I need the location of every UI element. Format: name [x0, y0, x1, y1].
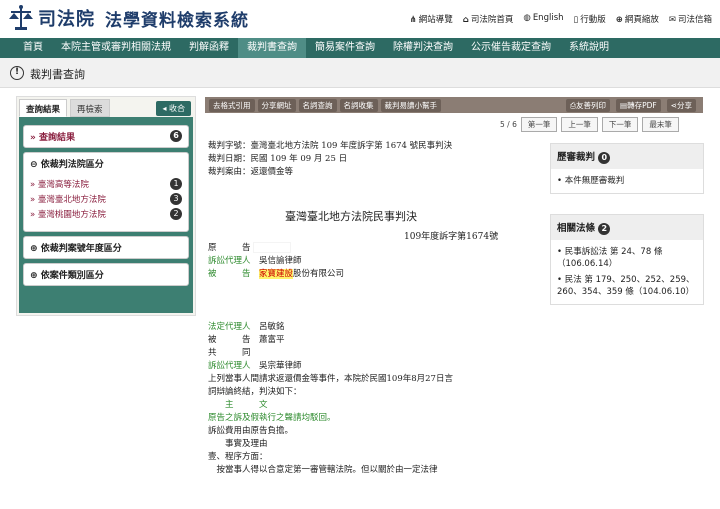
sitemap-link[interactable]: ⋔ 網站導覽: [410, 13, 453, 25]
law-item[interactable]: • 民事訴訟法 第 24、78 條（106.06.14）: [557, 246, 697, 270]
reading-helper-button[interactable]: 裁判易讀小幫手: [380, 98, 441, 112]
pager-position: 5 / 6: [500, 120, 517, 129]
nav-judgments[interactable]: 裁判書查詢: [238, 38, 306, 58]
simple-search-button[interactable]: 名詞查詢: [298, 98, 337, 112]
mail-icon: ✉: [668, 15, 676, 25]
cause-line: 裁判案由：返還價金等: [208, 167, 294, 177]
nav-home[interactable]: 首頁: [14, 38, 52, 58]
doc-toolbar: 去格式引用 分享網址 名詞查詢 名詞收集 裁判易讀小幫手 ⎙友善列印 ▤轉存PD…: [205, 97, 703, 113]
pdf-icon: ▤: [619, 101, 628, 110]
logo[interactable]: 司法院 法學資料檢索系統: [8, 4, 249, 32]
cite-button[interactable]: 去格式引用: [209, 98, 255, 112]
english-link[interactable]: ◍ English: [523, 13, 563, 25]
type-filter-box[interactable]: ⊕ 依案件類別區分: [23, 263, 189, 286]
next-button[interactable]: 下一筆: [601, 117, 639, 132]
last-button[interactable]: 最末筆: [642, 117, 679, 132]
title-bar: ! 裁判書查詢: [0, 58, 720, 88]
minus-icon: ⊖: [30, 160, 41, 170]
court-item[interactable]: » 臺灣高等法院 1: [30, 178, 182, 190]
nav-help[interactable]: 系統說明: [560, 38, 618, 58]
mailbox-link[interactable]: ✉ 司法信箱: [669, 13, 712, 25]
plus-icon: ⊕: [30, 244, 41, 254]
header: 司法院 法學資料檢索系統 ⋔ 網站導覽 ⌂ 司法院首頁 ◍ English ▯ 行動版 …: [0, 0, 720, 38]
highlighted-term[interactable]: 家寶建設: [259, 269, 294, 279]
pdf-button[interactable]: ▤轉存PDF: [615, 99, 661, 112]
tab-results[interactable]: 查詢結果: [19, 99, 68, 117]
page-title: 裁判書查詢: [30, 68, 85, 81]
pager: 5 / 6 第一筆 上一筆 下一筆 最末筆: [500, 117, 679, 132]
parties-2: 法定代理人 呂敏銘 被 告 蕭富平 共 同 訴訟代理人 吳宗華律師 上列當事人間…: [208, 322, 453, 475]
case-number-line: 裁判字號：臺灣臺北地方法院 109 年度訴字第 1674 號民事判決: [208, 141, 453, 151]
redacted-name: [253, 242, 292, 253]
parties: 原 告 訴訟代理人 吳信諭律師 被 告 家寶建設股份有限公司: [208, 242, 345, 279]
court-filter-box: ⊖ 依裁判法院區分 » 臺灣高等法院 1 » 臺灣臺北地方法院 3 » 臺灣桃園地方…: [23, 152, 189, 232]
nav-regulations[interactable]: 本院主管或審判相關法規: [52, 38, 180, 58]
court-item[interactable]: » 臺灣桃園地方法院 2: [30, 208, 182, 220]
nav-nullification[interactable]: 除權判決查詢: [384, 38, 462, 58]
year-filter-box[interactable]: ⊕ 依裁判案號年度區分: [23, 236, 189, 259]
sidebar-body: » 查詢結果 6 ⊖ 依裁判法院區分 » 臺灣高等法院 1 » 臺灣臺北地方法院 3 …: [19, 117, 193, 313]
mobile-link[interactable]: ▯ 行動版: [574, 13, 606, 25]
date-line: 裁判日期：民國 109 年 09 月 25 日: [208, 154, 348, 164]
court-item[interactable]: » 臺灣臺北地方法院 3: [30, 193, 182, 205]
collapse-button[interactable]: ◂ 收合: [156, 101, 191, 116]
sidebar: 查詢結果 再檢索 ◂ 收合 » 查詢結果 6 ⊖ 依裁判法院區分 » 臺灣高等法院…: [16, 96, 196, 316]
zoom-icon: ⊕: [615, 15, 623, 25]
laws-count-badge: 2: [598, 223, 611, 235]
related-laws-box: 相關法條 2 • 民事訴訟法 第 24、78 條（106.06.14） • 民法…: [550, 214, 704, 305]
prior-judgments-box: 歷審裁判 0 • 本件無歷審裁判: [550, 143, 704, 194]
judgment-text: 裁判字號：臺灣臺北地方法院 109 年度訴字第 1674 號民事判決 裁判日期：…: [208, 140, 533, 179]
prev-button[interactable]: 上一筆: [561, 117, 598, 132]
home-icon: ⌂: [462, 15, 469, 25]
tab-research[interactable]: 再檢索: [70, 99, 110, 117]
first-button[interactable]: 第一筆: [520, 117, 558, 132]
share-url-button[interactable]: 分享網址: [257, 98, 296, 112]
print-button[interactable]: ⎙友善列印: [565, 99, 610, 112]
mobile-icon: ▯: [573, 15, 579, 25]
glossary-button[interactable]: 名詞收集: [339, 98, 378, 112]
zoom-link[interactable]: ⊕ 網頁縮放: [616, 13, 659, 25]
results-link[interactable]: » 查詢結果: [30, 130, 75, 143]
sitemap-icon: ⋔: [409, 15, 417, 25]
result-count-badge: 6: [170, 130, 182, 142]
by-court-heading[interactable]: 依裁判法院區分: [41, 160, 104, 170]
info-icon: !: [10, 66, 24, 80]
results-box[interactable]: » 查詢結果 6: [23, 125, 189, 148]
main-nav: 首頁 本院主管或審判相關法規 判解函釋 裁判書查詢 簡易案件查詢 除權判決查詢 …: [0, 38, 720, 58]
site-name: 司法院: [38, 9, 95, 30]
top-links: ⋔ 網站導覽 ⌂ 司法院首頁 ◍ English ▯ 行動版 ⊕ 網頁縮放 ✉ 司法信箱: [410, 13, 712, 25]
share-button[interactable]: ⋖分享: [666, 99, 696, 112]
nav-public-notice[interactable]: 公示催告裁定查詢: [462, 38, 560, 58]
nav-interpretations[interactable]: 判解函釋: [180, 38, 238, 58]
law-item[interactable]: • 民法 第 179、250、252、259、260、354、359 條（104…: [557, 274, 697, 298]
judicial-home-link[interactable]: ⌂ 司法院首頁: [463, 13, 514, 25]
scales-emblem-icon: [9, 5, 33, 30]
court-heading: 臺灣臺北地方法院民事判決: [285, 210, 417, 223]
globe-icon: ◍: [523, 13, 531, 23]
case-number: 109年度訴字第1674號: [404, 232, 499, 242]
plus-icon: ⊕: [30, 271, 41, 281]
prior-count-badge: 0: [598, 152, 611, 164]
nav-simple-cases[interactable]: 簡易案件查詢: [306, 38, 384, 58]
system-name: 法學資料檢索系統: [105, 10, 249, 31]
